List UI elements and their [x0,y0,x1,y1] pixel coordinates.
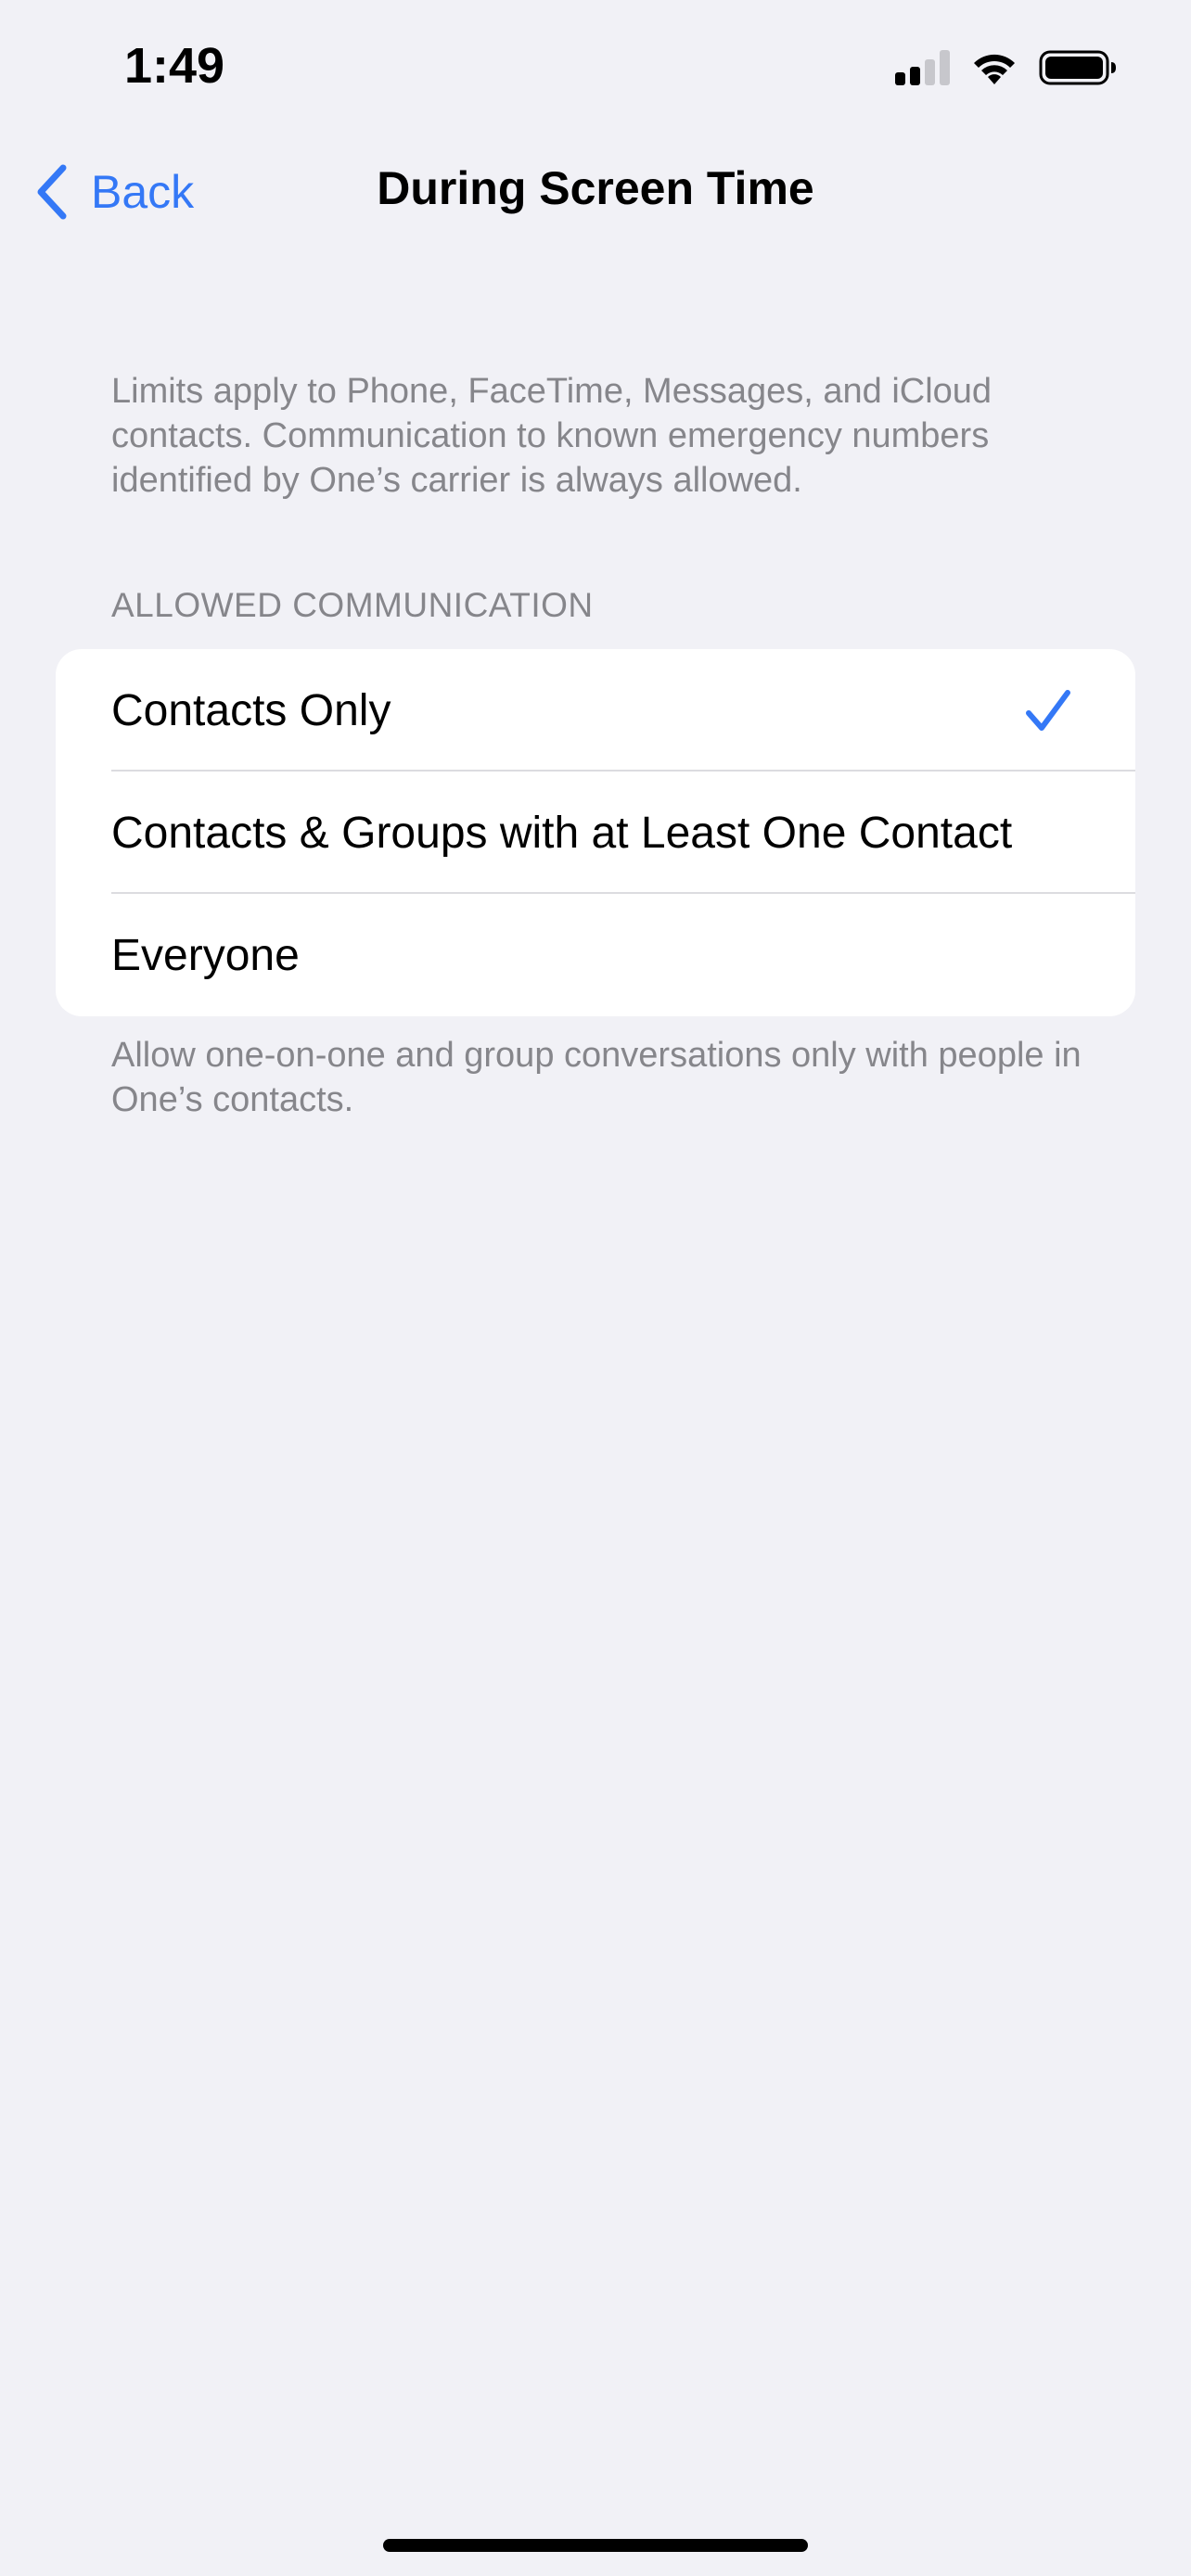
option-label: Everyone [111,930,300,980]
cellular-signal-icon [895,50,950,85]
battery-icon [1039,50,1116,85]
section-header-allowed-communication: ALLOWED COMMUNICATION [111,586,594,624]
option-description: Allow one-on-one and group conversations… [111,1036,1082,1119]
home-indicator[interactable] [383,2539,808,2552]
navigation-bar: Back During Screen Time [0,139,1191,246]
limits-description: Limits apply to Phone, FaceTime, Message… [111,372,992,500]
option-everyone[interactable]: Everyone [56,894,1135,1016]
wifi-icon [974,54,1015,84]
page-title: During Screen Time [377,162,814,214]
status-time: 1:49 [124,38,225,94]
option-contacts-only[interactable]: Contacts Only [56,649,1135,772]
option-label: Contacts Only [111,685,391,735]
option-label: Contacts & Groups with at Least One Cont… [111,808,1013,858]
status-icons [895,45,1117,91]
option-contacts-and-groups[interactable]: Contacts & Groups with at Least One Cont… [56,772,1135,894]
allowed-communication-options: Contacts Only Contacts & Groups with at … [56,649,1135,1016]
status-bar: 1:49 [0,0,1191,139]
checkmark-icon [1026,690,1070,731]
